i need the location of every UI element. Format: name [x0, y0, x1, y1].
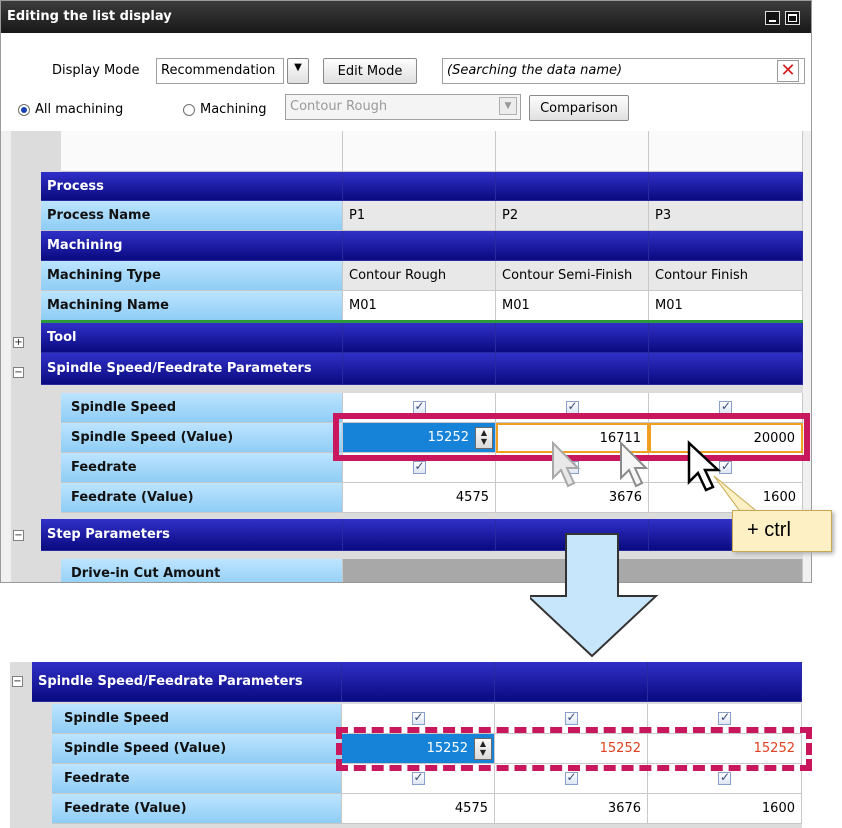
group-machining-cell: [496, 231, 649, 261]
group-machining: Machining: [41, 231, 343, 261]
row-label-spindle-speed-value: Spindle Speed (Value): [61, 423, 343, 453]
cursor-ghost-icon: [620, 440, 649, 488]
group-tool[interactable]: Tool: [41, 323, 343, 353]
machining-radio[interactable]: [183, 104, 195, 116]
checkbox[interactable]: [411, 770, 425, 785]
group-process-cell: [343, 172, 496, 201]
machining-name-cell[interactable]: M01: [496, 291, 649, 321]
minimize-icon: [769, 20, 776, 22]
toolbar: Display Mode Recommendation ▼ Edit Mode …: [1, 33, 811, 131]
group-spindle-cell: [649, 353, 803, 385]
collapse-icon[interactable]: −: [13, 530, 24, 541]
group-tool-cell: [649, 323, 803, 353]
checkbox[interactable]: [411, 710, 425, 725]
all-machining-label: All machining: [35, 102, 124, 117]
comparison-button[interactable]: Comparison: [529, 95, 629, 121]
row-label-machining-type: Machining Type: [41, 261, 343, 291]
process-name-cell[interactable]: P3: [649, 201, 803, 231]
group-process-cell: [496, 172, 649, 201]
process-name-cell[interactable]: P1: [343, 201, 496, 231]
checkbox[interactable]: [564, 770, 578, 785]
all-machining-radio[interactable]: [18, 104, 30, 116]
cursor-ghost-icon: [552, 440, 581, 488]
row-label-machining-name: Machining Name: [41, 291, 343, 321]
group-spindle-cell: [343, 353, 496, 385]
minimize-button[interactable]: [765, 11, 780, 25]
result-feedrate-value-cell[interactable]: 4575: [342, 794, 495, 824]
edit-mode-button[interactable]: Edit Mode: [323, 58, 417, 84]
group-step-cell: [343, 519, 496, 551]
result-feedrate-value-cell[interactable]: 1600: [648, 794, 802, 824]
group-process-cell: [649, 172, 803, 201]
machining-type-cell[interactable]: Contour Finish: [649, 261, 803, 291]
machining-select[interactable]: Contour Rough: [285, 94, 521, 120]
machining-name-cell[interactable]: M01: [343, 291, 496, 321]
expand-icon[interactable]: +: [13, 337, 24, 348]
result-highlight: [336, 727, 812, 771]
chevron-down-icon: ▼: [294, 62, 302, 73]
checkbox[interactable]: [718, 770, 731, 785]
column-header-name: [61, 131, 343, 172]
row-label-process-name: Process Name: [41, 201, 343, 231]
machining-type-cell[interactable]: Contour Semi-Finish: [496, 261, 649, 291]
maximize-icon: [788, 14, 797, 22]
checkbox[interactable]: [412, 459, 426, 474]
collapse-icon[interactable]: −: [13, 367, 24, 378]
result-group-cell: [648, 662, 802, 702]
column-header-3[interactable]: [649, 131, 803, 172]
group-machining-cell: [649, 231, 803, 261]
group-tool-cell: [496, 323, 649, 353]
down-arrow-icon: [530, 533, 659, 658]
result-row-label-feedrate-value: Feedrate (Value): [52, 794, 342, 824]
group-machining-cell: [343, 231, 496, 261]
process-name-cell[interactable]: P2: [496, 201, 649, 231]
window-title: Editing the list display: [1, 1, 811, 33]
row-label-spindle-speed: Spindle Speed: [61, 393, 343, 423]
maximize-button[interactable]: [785, 11, 800, 25]
row-label-feedrate-value: Feedrate (Value): [61, 483, 343, 513]
result-feedrate-value-cell[interactable]: 3676: [495, 794, 648, 824]
result-group-cell: [342, 662, 495, 702]
clear-search-icon[interactable]: ✕: [777, 60, 799, 82]
machining-type-cell[interactable]: Contour Rough: [343, 261, 496, 291]
parameter-grid: Process Process Name P1 P2 P3 Machining …: [11, 131, 803, 582]
group-tool-cell: [343, 323, 496, 353]
result-row-label-feedrate: Feedrate: [52, 764, 342, 794]
checkbox[interactable]: [718, 710, 731, 725]
column-header-1[interactable]: [343, 131, 496, 172]
row-label-feedrate: Feedrate: [61, 453, 343, 483]
ctrl-callout: + ctrl: [732, 510, 832, 552]
display-mode-select[interactable]: Recommendation: [156, 58, 284, 84]
result-row-label-spindle-speed-value: Spindle Speed (Value): [52, 734, 342, 764]
result-row-label-spindle-speed: Spindle Speed: [52, 704, 342, 734]
collapse-icon[interactable]: −: [12, 676, 23, 687]
group-step[interactable]: Step Parameters: [41, 519, 343, 551]
checkbox[interactable]: [564, 710, 578, 725]
search-input[interactable]: (Searching the data name): [442, 58, 805, 84]
display-mode-dropdown-button[interactable]: ▼: [287, 58, 309, 84]
row-label-drive-in-cut-amount: Drive-in Cut Amount: [61, 559, 343, 582]
machining-name-cell[interactable]: M01: [649, 291, 803, 321]
column-header-2[interactable]: [496, 131, 649, 172]
result-group-spindle[interactable]: Spindle Speed/Feedrate Parameters: [32, 662, 342, 702]
machining-label: Machining: [200, 102, 267, 117]
group-spindle-cell: [496, 353, 649, 385]
result-group-cell: [495, 662, 648, 702]
chevron-down-icon[interactable]: ▼: [499, 97, 517, 115]
display-mode-label: Display Mode: [52, 63, 140, 78]
group-spindle[interactable]: Spindle Speed/Feedrate Parameters: [41, 353, 343, 385]
group-process: Process: [41, 172, 343, 201]
feedrate-value-cell[interactable]: 4575: [343, 483, 496, 513]
